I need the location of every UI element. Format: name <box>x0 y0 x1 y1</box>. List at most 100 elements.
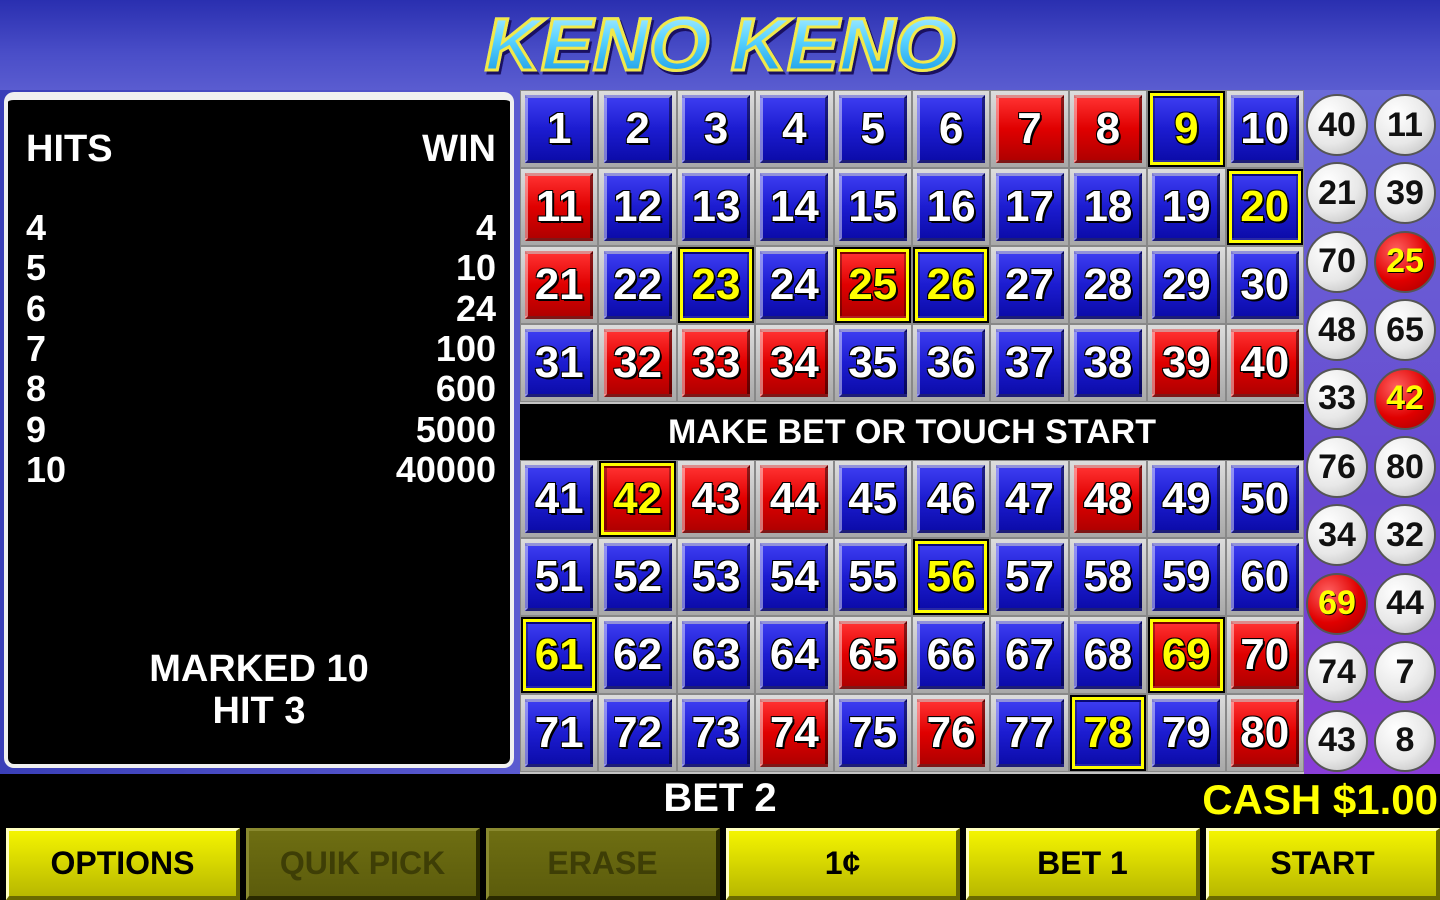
number-tile-64[interactable]: 64 <box>755 616 834 694</box>
number-tile-42[interactable]: 42 <box>598 460 677 538</box>
number-label: 21 <box>525 251 594 319</box>
number-tile-23[interactable]: 23 <box>676 246 756 324</box>
number-tile-69[interactable]: 69 <box>1147 616 1226 694</box>
number-tile-80[interactable]: 80 <box>1225 694 1304 772</box>
number-tile-2[interactable]: 2 <box>598 90 677 168</box>
number-tile-4[interactable]: 4 <box>755 90 834 168</box>
drawn-ball: 74 <box>1306 641 1368 704</box>
drawn-ball: 21 <box>1306 162 1368 225</box>
number-tile-6[interactable]: 6 <box>911 90 991 168</box>
drawn-ball: 8 <box>1374 709 1436 772</box>
number-tile-18[interactable]: 18 <box>1068 168 1148 246</box>
number-tile-22[interactable]: 22 <box>598 246 677 324</box>
number-tile-68[interactable]: 68 <box>1068 616 1148 694</box>
number-tile-17[interactable]: 17 <box>990 168 1069 246</box>
number-tile-51[interactable]: 51 <box>520 538 599 616</box>
number-tile-20[interactable]: 20 <box>1225 168 1304 246</box>
number-tile-41[interactable]: 41 <box>520 460 599 538</box>
number-tile-19[interactable]: 19 <box>1147 168 1226 246</box>
drawn-ball: 43 <box>1306 709 1368 772</box>
number-tile-15[interactable]: 15 <box>833 168 912 246</box>
options-button[interactable]: OPTIONS <box>6 828 240 900</box>
number-tile-55[interactable]: 55 <box>833 538 912 616</box>
number-tile-33[interactable]: 33 <box>676 324 756 402</box>
number-tile-77[interactable]: 77 <box>990 694 1069 772</box>
number-tile-29[interactable]: 29 <box>1147 246 1226 324</box>
number-label: 68 <box>1073 621 1142 689</box>
number-tile-34[interactable]: 34 <box>755 324 834 402</box>
number-tile-54[interactable]: 54 <box>755 538 834 616</box>
number-tile-27[interactable]: 27 <box>990 246 1069 324</box>
number-label: 60 <box>1230 543 1299 611</box>
number-tile-21[interactable]: 21 <box>520 246 599 324</box>
number-tile-12[interactable]: 12 <box>598 168 677 246</box>
number-tile-32[interactable]: 32 <box>598 324 677 402</box>
number-tile-46[interactable]: 46 <box>911 460 991 538</box>
number-label: 39 <box>1152 329 1221 397</box>
number-tile-78[interactable]: 78 <box>1068 694 1148 772</box>
number-tile-39[interactable]: 39 <box>1147 324 1226 402</box>
number-tile-14[interactable]: 14 <box>755 168 834 246</box>
number-tile-73[interactable]: 73 <box>676 694 756 772</box>
number-tile-47[interactable]: 47 <box>990 460 1069 538</box>
number-label: 62 <box>603 621 672 689</box>
denomination-button[interactable]: 1¢ <box>726 828 960 900</box>
number-tile-61[interactable]: 61 <box>520 616 599 694</box>
number-tile-71[interactable]: 71 <box>520 694 599 772</box>
number-tile-66[interactable]: 66 <box>911 616 991 694</box>
number-tile-76[interactable]: 76 <box>911 694 991 772</box>
number-tile-16[interactable]: 16 <box>911 168 991 246</box>
bet-1-button[interactable]: BET 1 <box>966 828 1200 900</box>
number-tile-50[interactable]: 50 <box>1225 460 1304 538</box>
number-tile-35[interactable]: 35 <box>833 324 912 402</box>
start-button[interactable]: START <box>1206 828 1440 900</box>
number-tile-5[interactable]: 5 <box>833 90 912 168</box>
number-tile-48[interactable]: 48 <box>1068 460 1148 538</box>
number-tile-37[interactable]: 37 <box>990 324 1069 402</box>
number-tile-59[interactable]: 59 <box>1147 538 1226 616</box>
number-tile-74[interactable]: 74 <box>755 694 834 772</box>
number-tile-60[interactable]: 60 <box>1225 538 1304 616</box>
number-tile-65[interactable]: 65 <box>833 616 912 694</box>
number-tile-56[interactable]: 56 <box>911 538 991 616</box>
number-tile-9[interactable]: 9 <box>1147 90 1226 168</box>
number-tile-7[interactable]: 7 <box>990 90 1069 168</box>
drawn-ball: 44 <box>1374 572 1436 635</box>
number-tile-53[interactable]: 53 <box>676 538 756 616</box>
number-tile-24[interactable]: 24 <box>755 246 834 324</box>
number-tile-1[interactable]: 1 <box>520 90 599 168</box>
number-tile-10[interactable]: 10 <box>1225 90 1304 168</box>
number-tile-36[interactable]: 36 <box>911 324 991 402</box>
number-tile-28[interactable]: 28 <box>1068 246 1148 324</box>
number-tile-70[interactable]: 70 <box>1225 616 1304 694</box>
number-tile-40[interactable]: 40 <box>1225 324 1304 402</box>
erase-button[interactable]: ERASE <box>486 828 720 900</box>
number-tile-8[interactable]: 8 <box>1068 90 1148 168</box>
number-tile-3[interactable]: 3 <box>676 90 756 168</box>
number-tile-43[interactable]: 43 <box>676 460 756 538</box>
number-tile-52[interactable]: 52 <box>598 538 677 616</box>
quik-pick-button[interactable]: QUIK PICK <box>246 828 480 900</box>
number-tile-13[interactable]: 13 <box>676 168 756 246</box>
number-tile-79[interactable]: 79 <box>1147 694 1226 772</box>
number-tile-25[interactable]: 25 <box>833 246 912 324</box>
number-tile-63[interactable]: 63 <box>676 616 756 694</box>
drawn-ball: 69 <box>1306 572 1368 635</box>
number-tile-58[interactable]: 58 <box>1068 538 1148 616</box>
number-tile-11[interactable]: 11 <box>520 168 599 246</box>
number-tile-72[interactable]: 72 <box>598 694 677 772</box>
number-tile-45[interactable]: 45 <box>833 460 912 538</box>
number-tile-75[interactable]: 75 <box>833 694 912 772</box>
number-tile-44[interactable]: 44 <box>755 460 834 538</box>
number-tile-31[interactable]: 31 <box>520 324 599 402</box>
paytable-row: 8 600 <box>26 368 496 409</box>
number-tile-30[interactable]: 30 <box>1225 246 1304 324</box>
number-label: 20 <box>1230 173 1299 241</box>
number-tile-62[interactable]: 62 <box>598 616 677 694</box>
number-tile-49[interactable]: 49 <box>1147 460 1226 538</box>
number-tile-67[interactable]: 67 <box>990 616 1069 694</box>
number-tile-38[interactable]: 38 <box>1068 324 1148 402</box>
number-label: 40 <box>1230 329 1299 397</box>
number-tile-26[interactable]: 26 <box>911 246 991 324</box>
number-tile-57[interactable]: 57 <box>990 538 1069 616</box>
